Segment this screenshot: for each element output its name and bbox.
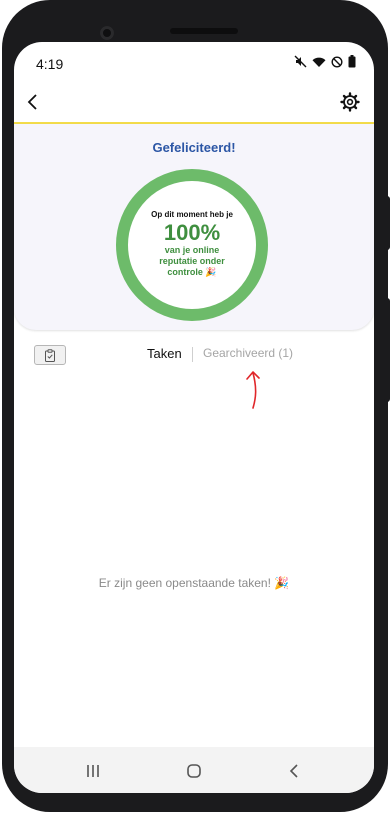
phone-frame: 4:19 Gefeliciteerd! Op dit moment heb je…: [0, 0, 392, 814]
power-button: [384, 298, 390, 402]
wifi-icon: [312, 56, 326, 68]
card-title: Gefeliciteerd!: [152, 140, 236, 155]
back-icon: [289, 764, 298, 778]
chevron-left-icon: [27, 94, 37, 110]
earpiece-speaker: [170, 28, 238, 34]
tab-taken[interactable]: Taken: [147, 346, 182, 361]
reputation-card: Gefeliciteerd! Op dit moment heb je 100%…: [14, 124, 374, 330]
battery-icon: [348, 55, 356, 68]
home-icon: [187, 764, 201, 778]
nav-home-button[interactable]: [182, 759, 206, 783]
tab-archived[interactable]: Gearchiveerd (1): [203, 346, 293, 360]
mute-icon: [294, 55, 307, 68]
ring-caption: van je online reputatie onder controle 🎉: [159, 245, 225, 277]
back-button[interactable]: [22, 90, 46, 114]
status-bar: 4:19: [14, 42, 374, 82]
clipboard-icon: [45, 348, 55, 362]
screen: 4:19 Gefeliciteerd! Op dit moment heb je…: [14, 42, 374, 793]
recents-icon: [87, 765, 99, 777]
tabs-row: Taken Gearchiveerd (1): [14, 340, 374, 370]
ring-content: Op dit moment heb je 100% van je online …: [128, 181, 256, 309]
tab-divider: [192, 347, 193, 362]
empty-state-message: Er zijn geen openstaande taken! 🎉: [98, 576, 290, 590]
status-icons: [294, 55, 356, 68]
nav-back-button[interactable]: [282, 759, 306, 783]
gear-icon: [340, 92, 360, 112]
nav-recents-button[interactable]: [81, 759, 105, 783]
clipboard-button[interactable]: [34, 345, 66, 365]
annotation-arrow-icon: [246, 371, 260, 409]
status-time: 4:19: [36, 56, 64, 72]
front-camera: [100, 26, 114, 40]
app-bar: [14, 82, 374, 122]
settings-button[interactable]: [338, 90, 362, 114]
system-nav-bar: [14, 747, 374, 793]
volume-button: [384, 196, 390, 250]
ring-percent: 100%: [163, 220, 221, 245]
ring-intro-text: Op dit moment heb je: [151, 210, 233, 219]
do-not-disturb-icon: [331, 55, 343, 68]
